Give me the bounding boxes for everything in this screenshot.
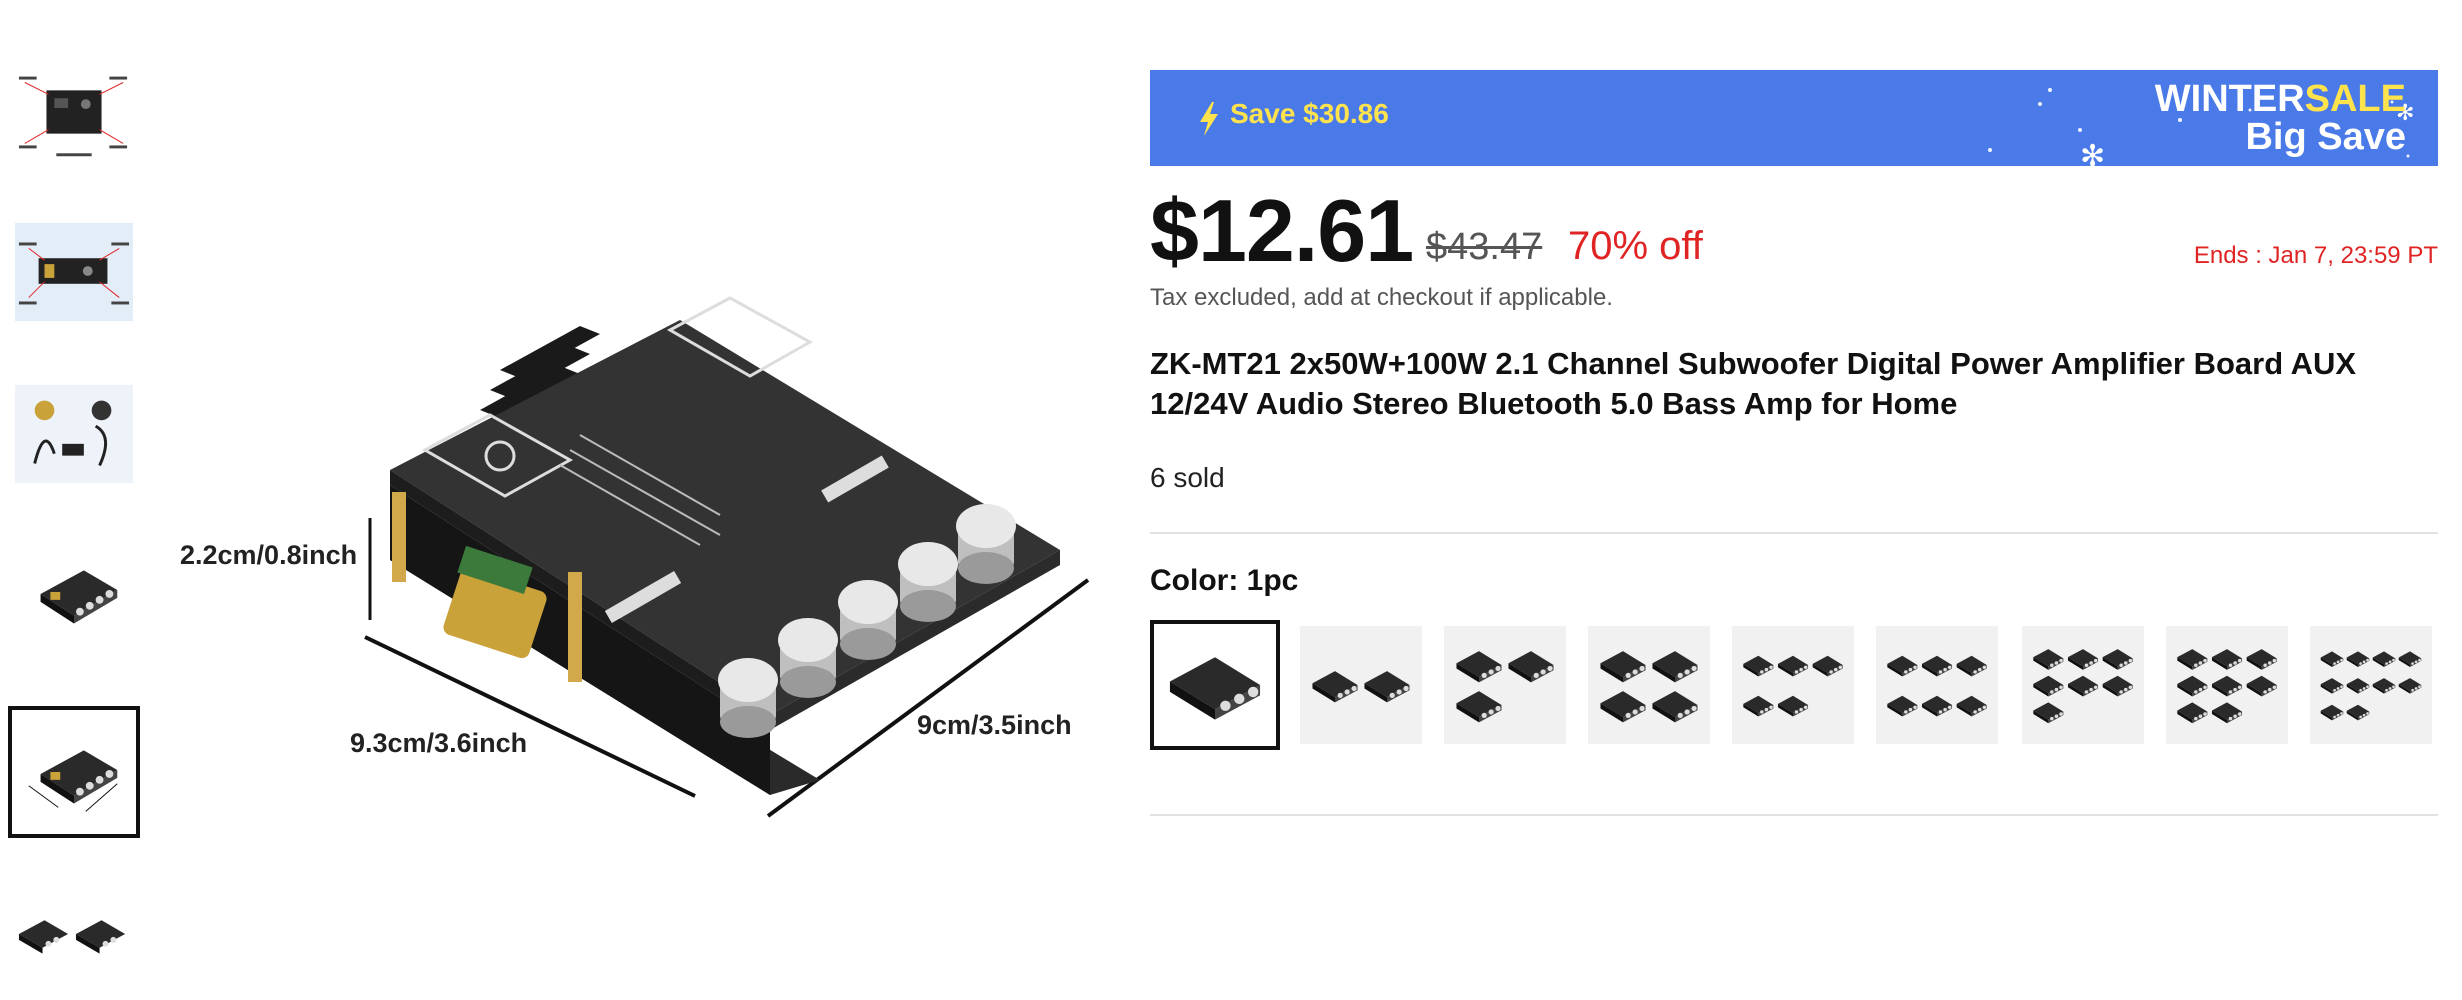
board-icon xyxy=(2033,649,2133,724)
thumbnail-board-dimensions[interactable] xyxy=(8,706,140,838)
thumbnail-board-angle[interactable] xyxy=(12,530,136,654)
color-swatch-1pc[interactable] xyxy=(1150,620,1280,750)
board-icon xyxy=(1743,655,1843,717)
product-title: ZK-MT21 2x50W+100W 2.1 Channel Subwoofer… xyxy=(1150,346,2357,421)
sold-count: 6 sold xyxy=(1150,462,1225,493)
color-swatch-7pc[interactable] xyxy=(2022,626,2144,744)
board-icon xyxy=(1600,651,1698,723)
accessories-icon xyxy=(15,384,133,484)
color-swatch-5pc[interactable] xyxy=(1732,626,1854,744)
svg-text:✻: ✻ xyxy=(2080,139,2105,166)
save-amount: Save $30.86 xyxy=(1230,98,1389,129)
divider xyxy=(1150,532,2438,534)
board-icon xyxy=(40,570,118,624)
board-icon xyxy=(1456,651,1554,723)
original-price: $43.47 xyxy=(1426,226,1543,268)
divider xyxy=(1150,814,2438,816)
dimension-depth-label: 9cm/3.5inch xyxy=(917,710,1072,740)
board-icon xyxy=(2320,651,2422,721)
thumbnail-accessories[interactable] xyxy=(12,372,136,496)
color-swatch-2pc[interactable] xyxy=(1300,626,1422,744)
winter-sale-banner: Save $30.86 ✻ ✻ WINTERSALE Big Save xyxy=(1150,70,2438,166)
dimension-height-label: 2.2cm/0.8inch xyxy=(180,540,358,570)
color-option-label: Color: 1pc xyxy=(1150,564,1299,597)
board-icon xyxy=(1887,655,1987,717)
big-save-text: Big Save xyxy=(2245,116,2406,158)
color-swatch-6pc[interactable] xyxy=(1876,626,1998,744)
dimension-width-label: 9.3cm/3.6inch xyxy=(350,728,528,758)
sale-end-time: Ends : Jan 7, 23:59 PT xyxy=(2193,242,2438,269)
thumbnail-two-boards[interactable] xyxy=(12,870,136,994)
board-wiring-icon xyxy=(15,222,133,322)
discount-percent: 70% off xyxy=(1568,224,1703,268)
board-icon xyxy=(1169,657,1261,720)
color-swatch-10pc[interactable] xyxy=(2310,626,2432,744)
board-icon xyxy=(2177,649,2277,724)
winter-sale-title: WINTERSALE xyxy=(2155,78,2406,121)
two-boards-icon xyxy=(18,920,126,954)
current-price: $12.61 xyxy=(1150,181,1414,280)
tax-note: Tax excluded, add at checkout if applica… xyxy=(1150,284,1613,311)
thumbnail-connection-diagram[interactable] xyxy=(12,210,136,334)
color-swatch-3pc[interactable] xyxy=(1444,626,1566,744)
lightning-bolt-icon xyxy=(1200,102,1218,136)
thumbnail-interface-diagram[interactable] xyxy=(12,50,136,174)
color-swatch-8pc[interactable] xyxy=(2166,626,2288,744)
color-swatch-4pc[interactable] xyxy=(1588,626,1710,744)
board-icon xyxy=(28,750,118,812)
board-diagram-icon xyxy=(18,76,128,157)
main-product-image[interactable]: 2.2cm/0.8inch 9.3cm/3.6inch 9cm/3.5inch xyxy=(160,260,1120,840)
winter-word: WINTER xyxy=(2154,78,2305,120)
sale-word: SALE xyxy=(2304,78,2406,120)
board-icon xyxy=(1312,671,1410,703)
